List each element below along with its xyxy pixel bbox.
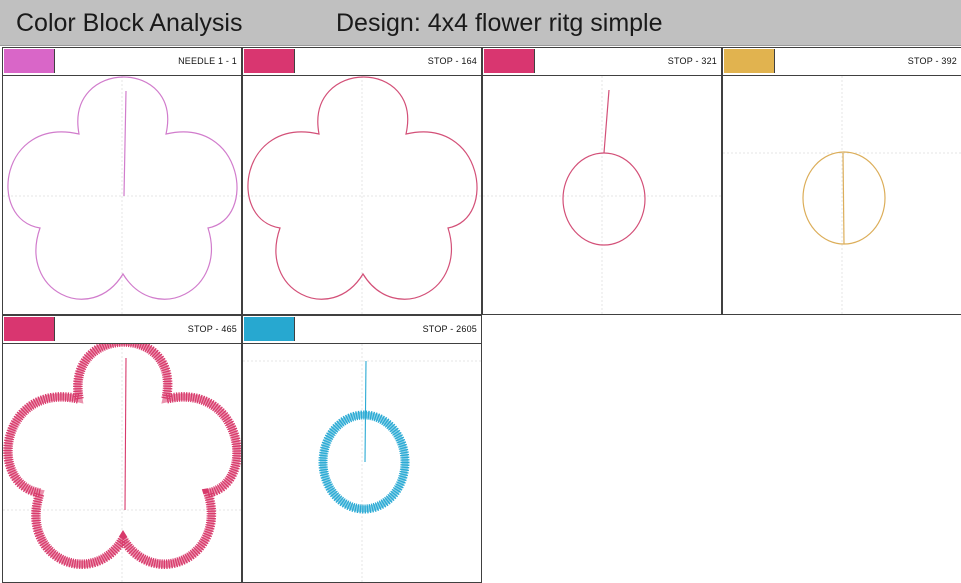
color-block-header: STOP - 2605 xyxy=(243,316,481,344)
stop-label: STOP - 321 xyxy=(667,56,717,66)
thread-color-swatch xyxy=(244,317,295,341)
thread-color-swatch xyxy=(4,49,55,73)
color-block-panel[interactable]: NEEDLE 1 - 1 xyxy=(2,47,242,315)
color-block-panel[interactable]: STOP - 321 xyxy=(482,47,722,315)
color-block-panel[interactable]: STOP - 2605 xyxy=(242,315,482,583)
color-block-panel[interactable]: STOP - 164 xyxy=(242,47,482,315)
thread-color-swatch xyxy=(4,317,55,341)
color-block-header: STOP - 465 xyxy=(3,316,241,344)
color-block-header: STOP - 321 xyxy=(483,48,721,76)
oval-satin-preview xyxy=(243,344,481,582)
oval-outline-preview xyxy=(723,76,961,314)
flower-outline-preview xyxy=(243,76,481,314)
thread-color-swatch xyxy=(244,49,295,73)
thread-color-swatch xyxy=(484,49,535,73)
stop-label: STOP - 392 xyxy=(907,56,957,66)
thread-color-swatch xyxy=(724,49,775,73)
color-block-header: NEEDLE 1 - 1 xyxy=(3,48,241,76)
stop-label: STOP - 2605 xyxy=(422,324,477,334)
color-block-header: STOP - 392 xyxy=(723,48,961,76)
stop-label: STOP - 465 xyxy=(187,324,237,334)
stop-label: NEEDLE 1 - 1 xyxy=(178,56,237,66)
oval-outline-preview xyxy=(483,76,721,314)
design-name: Design: 4x4 flower ritg simple xyxy=(336,9,663,37)
flower-satin-preview xyxy=(3,344,241,582)
page-title: Color Block Analysis xyxy=(16,9,243,37)
color-block-header: STOP - 164 xyxy=(243,48,481,76)
color-block-panel[interactable]: STOP - 392 xyxy=(722,47,961,315)
stop-label: STOP - 164 xyxy=(427,56,477,66)
analysis-header: Color Block Analysis Design: 4x4 flower … xyxy=(0,0,961,46)
color-block-panel[interactable]: STOP - 465 xyxy=(2,315,242,583)
flower-outline-preview xyxy=(3,76,241,314)
